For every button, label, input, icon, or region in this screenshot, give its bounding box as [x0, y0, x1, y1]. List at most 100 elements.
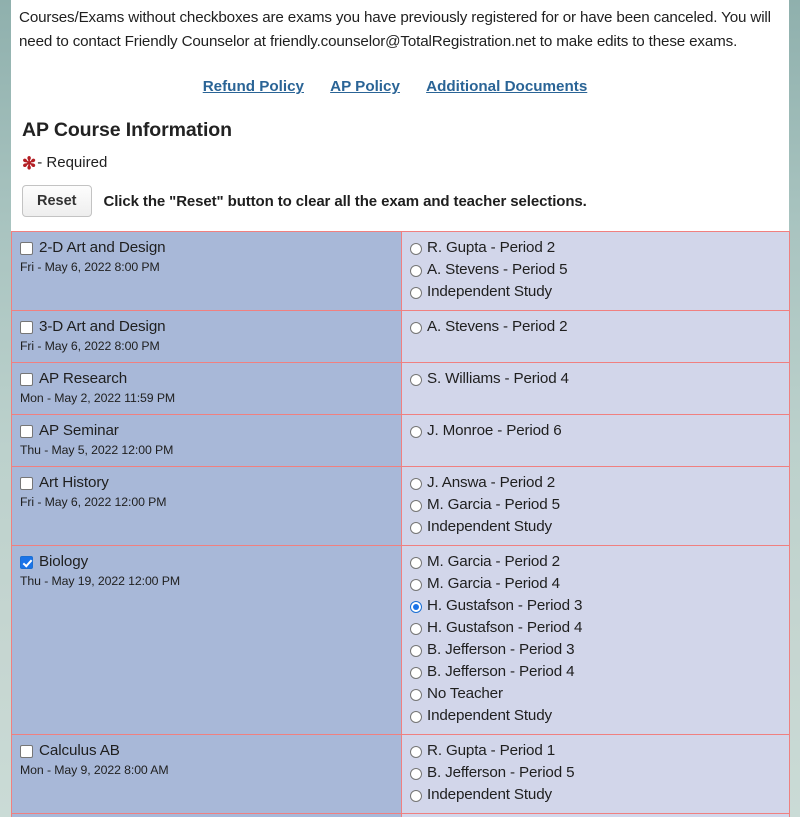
teacher-cell: J. Answa - Period 2 M. Garcia - Period 5 I…: [401, 466, 790, 546]
teacher-option[interactable]: S. Williams - Period 4: [410, 370, 781, 388]
teacher-label: H. Gustafson - Period 3: [427, 597, 583, 614]
teacher-radio[interactable]: [410, 287, 422, 299]
teacher-option[interactable]: H. Gustafson - Period 4: [410, 619, 781, 637]
teacher-option[interactable]: B. Jefferson - Period 5: [410, 764, 781, 782]
course-checkbox[interactable]: [20, 745, 33, 758]
policy-links: Refund Policy AP Policy Additional Docum…: [19, 78, 781, 95]
link-ap-policy[interactable]: AP Policy: [330, 78, 400, 95]
course-cell: AP Research Mon - May 2, 2022 11:59 PM: [11, 362, 402, 415]
link-refund-policy[interactable]: Refund Policy: [203, 78, 304, 95]
teacher-label: R. Gupta - Period 1: [427, 742, 555, 759]
course-checkbox[interactable]: [20, 425, 33, 438]
teacher-option[interactable]: Independent Study: [410, 283, 781, 301]
course-cell: Art History Fri - May 6, 2022 12:00 PM: [11, 466, 402, 546]
teacher-option[interactable]: B. Jefferson - Period 4: [410, 663, 781, 681]
table-row: 3-D Art and Design Fri - May 6, 2022 8:00…: [11, 310, 790, 363]
required-legend-label: - Required: [37, 154, 108, 171]
teacher-option[interactable]: A. Stevens - Period 5: [410, 261, 781, 279]
teacher-label: Independent Study: [427, 283, 552, 300]
teacher-radio[interactable]: [410, 322, 422, 334]
teacher-option[interactable]: M. Garcia - Period 5: [410, 496, 781, 514]
course-cell: Biology Thu - May 19, 2022 12:00 PM: [11, 545, 402, 735]
teacher-radio[interactable]: [410, 790, 422, 802]
exam-datetime: Fri - May 6, 2022 12:00 PM: [20, 495, 167, 509]
table-row: 2-D Art and Design Fri - May 6, 2022 8:00…: [11, 231, 790, 311]
teacher-label: S. Williams - Period 4: [427, 370, 569, 387]
exam-datetime: Mon - May 9, 2022 8:00 AM: [20, 763, 169, 777]
course-line: Biology: [20, 553, 393, 571]
course-line: Calculus AB: [20, 742, 393, 760]
teacher-radio[interactable]: [410, 500, 422, 512]
teacher-cell: S. Williams - Period 4: [401, 362, 790, 415]
teacher-radio[interactable]: [410, 579, 422, 591]
course-line: AP Research: [20, 370, 393, 388]
teacher-radio[interactable]: [410, 623, 422, 635]
table-row: Biology Thu - May 19, 2022 12:00 PM M. Gar…: [11, 545, 790, 735]
teacher-radio[interactable]: [410, 374, 422, 386]
teacher-radio[interactable]: [410, 689, 422, 701]
reset-instruction-text: Click the "Reset" button to clear all th…: [103, 192, 587, 210]
link-additional-documents[interactable]: Additional Documents: [426, 78, 587, 95]
course-name: Calculus AB: [39, 742, 120, 759]
teacher-radio[interactable]: [410, 426, 422, 438]
teacher-radio[interactable]: [410, 557, 422, 569]
teacher-label: J. Answa - Period 2: [427, 474, 555, 491]
teacher-radio[interactable]: [410, 265, 422, 277]
course-checkbox[interactable]: [20, 373, 33, 386]
teacher-option[interactable]: M. Garcia - Period 2: [410, 553, 781, 571]
course-checkbox[interactable]: [20, 477, 33, 490]
required-asterisk-icon: ✻: [22, 154, 37, 173]
course-line: Art History: [20, 474, 393, 492]
reset-row: Reset Click the "Reset" button to clear …: [19, 185, 781, 217]
teacher-label: H. Gustafson - Period 4: [427, 619, 583, 636]
intro-section: Courses/Exams without checkboxes are exa…: [11, 0, 789, 217]
teacher-label: M. Garcia - Period 2: [427, 553, 560, 570]
teacher-option[interactable]: Independent Study: [410, 707, 781, 725]
teacher-cell: J. Monroe - Period 6: [401, 414, 790, 467]
teacher-label: B. Jefferson - Period 3: [427, 641, 575, 658]
content-sheet: Courses/Exams without checkboxes are exa…: [11, 0, 790, 817]
table-row: Art History Fri - May 6, 2022 12:00 PM J. …: [11, 466, 790, 546]
teacher-label: A. Stevens - Period 2: [427, 318, 568, 335]
course-name: AP Research: [39, 370, 128, 387]
teacher-radio[interactable]: [410, 645, 422, 657]
teacher-radio[interactable]: [410, 711, 422, 723]
teacher-option[interactable]: M. Garcia - Period 4: [410, 575, 781, 593]
course-name: 2-D Art and Design: [39, 239, 166, 256]
teacher-radio[interactable]: [410, 243, 422, 255]
teacher-option[interactable]: J. Monroe - Period 6: [410, 422, 781, 440]
teacher-radio[interactable]: [410, 746, 422, 758]
course-name: AP Seminar: [39, 422, 119, 439]
exam-datetime: Fri - May 6, 2022 8:00 PM: [20, 260, 160, 274]
teacher-option[interactable]: A. Stevens - Period 2: [410, 318, 781, 336]
teacher-option[interactable]: R. Gupta - Period 2: [410, 239, 781, 257]
teacher-radio[interactable]: [410, 478, 422, 490]
teacher-option[interactable]: H. Gustafson - Period 3: [410, 597, 781, 615]
teacher-cell: R. Gupta - Period 2 A. Stevens - Period 5…: [401, 231, 790, 311]
course-checkbox[interactable]: [20, 321, 33, 334]
table-row: Calculus AB Mon - May 9, 2022 8:00 AM R. G…: [11, 734, 790, 814]
course-name: 3-D Art and Design: [39, 318, 166, 335]
course-name: Art History: [39, 474, 109, 491]
course-checkbox[interactable]: [20, 556, 33, 569]
teacher-label: B. Jefferson - Period 5: [427, 764, 575, 781]
teacher-cell: A. Stevens - Period 2: [401, 310, 790, 363]
course-checkbox[interactable]: [20, 242, 33, 255]
teacher-option[interactable]: Independent Study: [410, 518, 781, 536]
teacher-option[interactable]: R. Gupta - Period 1: [410, 742, 781, 760]
teacher-radio[interactable]: [410, 601, 422, 613]
teacher-radio[interactable]: [410, 768, 422, 780]
teacher-option[interactable]: J. Answa - Period 2: [410, 474, 781, 492]
teacher-radio[interactable]: [410, 667, 422, 679]
teacher-option[interactable]: No Teacher: [410, 685, 781, 703]
course-line: 3-D Art and Design: [20, 318, 393, 336]
teacher-option[interactable]: B. Jefferson - Period 3: [410, 641, 781, 659]
teacher-label: No Teacher: [427, 685, 503, 702]
course-name: Biology: [39, 553, 89, 570]
page-root: Courses/Exams without checkboxes are exa…: [0, 0, 800, 817]
teacher-option[interactable]: Independent Study: [410, 786, 781, 804]
reset-button[interactable]: Reset: [22, 185, 92, 217]
course-cell: ChemistryMon - May 2, 2022 12:00 PM: [11, 813, 402, 817]
teacher-radio[interactable]: [410, 522, 422, 534]
course-line: AP Seminar: [20, 422, 393, 440]
